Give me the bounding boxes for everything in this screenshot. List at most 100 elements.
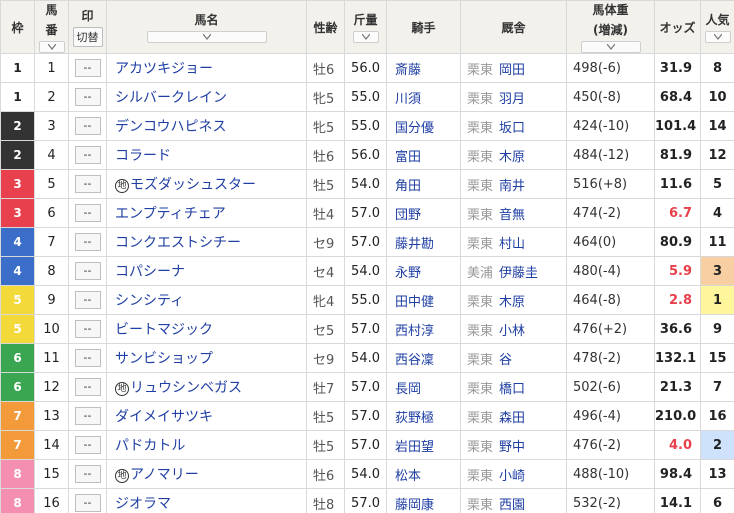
mark-select-button[interactable]: --: [74, 175, 101, 193]
mark-select-button[interactable]: --: [74, 59, 101, 77]
popularity-cell: 16: [700, 401, 734, 431]
mark-select-button[interactable]: --: [74, 349, 101, 367]
jockey-link[interactable]: 西村淳: [395, 324, 434, 339]
trainer-link[interactable]: 西園: [499, 498, 525, 513]
kinryo-cell: 56.0: [344, 140, 387, 170]
sort-umaban-button[interactable]: [38, 41, 65, 53]
jockey-link[interactable]: 荻野極: [395, 411, 434, 426]
mark-select-button[interactable]: --: [74, 465, 101, 483]
kinryo-cell: 57.0: [344, 401, 387, 431]
body-weight-cell: 464(0): [566, 227, 655, 257]
mark-select-button[interactable]: --: [74, 494, 101, 512]
stable-region: 栗東: [467, 381, 494, 397]
trainer-link[interactable]: 野中: [499, 440, 525, 455]
mark-select-button[interactable]: --: [74, 88, 101, 106]
popularity-cell: 5: [700, 169, 734, 199]
horse-name-link[interactable]: ダイメイサツキ: [115, 409, 213, 425]
mark-select-button[interactable]: --: [74, 233, 101, 251]
jockey-link[interactable]: 富田: [395, 150, 421, 165]
horse-name-link[interactable]: エンプティチェア: [115, 206, 226, 222]
horse-name-link[interactable]: シルバークレイン: [115, 90, 227, 106]
table-row: 2 4 -- コラード 牡6 56.0 富田 栗東 木原 484(-12) 81.…: [0, 140, 734, 170]
horse-name-link[interactable]: アノマリー: [130, 467, 199, 483]
jockey-link[interactable]: 長岡: [395, 382, 421, 397]
mark-select-button[interactable]: --: [74, 204, 101, 222]
trainer-link[interactable]: 小林: [499, 324, 525, 339]
body-weight-cell: 502(-6): [566, 372, 655, 402]
horse-name-link[interactable]: シンシティ: [115, 293, 184, 309]
horse-name-link[interactable]: サンビショップ: [115, 351, 213, 367]
trainer-link[interactable]: 木原: [499, 295, 525, 310]
stable-region: 栗東: [467, 294, 494, 310]
mark-select-button[interactable]: --: [74, 117, 101, 135]
mark-select-button[interactable]: --: [74, 320, 101, 338]
horse-name-link[interactable]: コパシーナ: [115, 264, 185, 280]
sort-horse-name-button[interactable]: [146, 31, 267, 43]
kinryo-cell: 54.0: [344, 256, 387, 286]
mark-cell: --: [68, 343, 107, 373]
jockey-link[interactable]: 川須: [395, 92, 421, 107]
trainer-link[interactable]: 森田: [499, 411, 525, 426]
jockey-link[interactable]: 藤岡康: [395, 498, 434, 513]
trainer-link[interactable]: 谷: [499, 353, 512, 368]
sort-weight-button[interactable]: [580, 41, 641, 53]
trainer-link[interactable]: 南井: [499, 179, 525, 194]
horse-name-link[interactable]: アカツキジョー: [115, 61, 213, 77]
mark-select-button[interactable]: --: [74, 146, 101, 164]
mark-select-button[interactable]: --: [74, 291, 101, 309]
horse-name-link[interactable]: コラード: [115, 148, 171, 164]
jockey-link[interactable]: 田中健: [395, 295, 434, 310]
trainer-link[interactable]: 坂口: [499, 121, 525, 136]
jockey-link[interactable]: 藤井勘: [395, 237, 434, 252]
jockey-link[interactable]: 国分優: [395, 121, 434, 136]
sort-popularity-button[interactable]: [704, 31, 731, 43]
horse-name-link[interactable]: ビートマジック: [115, 322, 213, 338]
jockey-cell: 藤井勘: [386, 227, 461, 257]
mark-toggle-button[interactable]: 切替: [72, 27, 103, 47]
waku-cell: 6: [0, 372, 35, 402]
kinryo-cell: 57.0: [344, 314, 387, 344]
stable-cell: 栗東 坂口: [460, 111, 567, 141]
mark-select-button[interactable]: --: [74, 407, 101, 425]
trainer-link[interactable]: 橋口: [499, 382, 525, 397]
trainer-link[interactable]: 伊藤圭: [499, 266, 538, 281]
umaban-cell: 9: [34, 285, 69, 315]
trainer-link[interactable]: 岡田: [499, 63, 525, 78]
stable-cell: 栗東谷: [460, 343, 567, 373]
popularity-cell: 10: [700, 82, 734, 112]
header-sex-age-label: 性齢: [313, 20, 338, 35]
horse-name-link[interactable]: コンクエストシチー: [115, 235, 241, 251]
horse-name-link[interactable]: デンコウハピネス: [115, 119, 226, 135]
jockey-link[interactable]: 西谷凜: [395, 353, 434, 368]
mark-select-button[interactable]: --: [74, 262, 101, 280]
waku-cell: 3: [0, 169, 35, 199]
jockey-link[interactable]: 永野: [395, 266, 421, 281]
horse-name-cell: シルバークレイン: [106, 82, 307, 112]
mark-cell: --: [68, 256, 107, 286]
body-weight-cell: 532(-2): [566, 488, 655, 513]
body-weight-cell: 464(-8): [566, 285, 655, 315]
jockey-link[interactable]: 角田: [395, 179, 421, 194]
jockey-link[interactable]: 団野: [395, 208, 421, 223]
mark-select-button[interactable]: --: [74, 436, 101, 454]
jockey-link[interactable]: 斎藤: [395, 63, 421, 78]
waku-cell: 2: [0, 111, 35, 141]
odds-cell: 210.0: [654, 401, 701, 431]
trainer-link[interactable]: 木原: [499, 150, 525, 165]
waku-cell: 7: [0, 430, 35, 460]
trainer-link[interactable]: 小崎: [499, 469, 525, 484]
horse-name-link[interactable]: パドカトル: [115, 438, 185, 454]
horse-name-link[interactable]: リュウシンベガス: [130, 380, 242, 396]
horse-name-link[interactable]: モズダッシュスター: [130, 177, 256, 193]
stable-cell: 栗東 西園: [460, 488, 567, 513]
trainer-link[interactable]: 音無: [499, 208, 525, 223]
jockey-link[interactable]: 岩田望: [395, 440, 434, 455]
horse-name-link[interactable]: ジオラマ: [115, 496, 171, 512]
mark-select-button[interactable]: --: [74, 378, 101, 396]
trainer-link[interactable]: 羽月: [499, 92, 525, 107]
sort-kinryo-button[interactable]: [352, 31, 379, 43]
jockey-link[interactable]: 松本: [395, 469, 421, 484]
trainer-link[interactable]: 村山: [499, 237, 525, 252]
stable-cell: 栗東 森田: [460, 401, 567, 431]
chi-badge-icon: 地: [115, 382, 129, 396]
